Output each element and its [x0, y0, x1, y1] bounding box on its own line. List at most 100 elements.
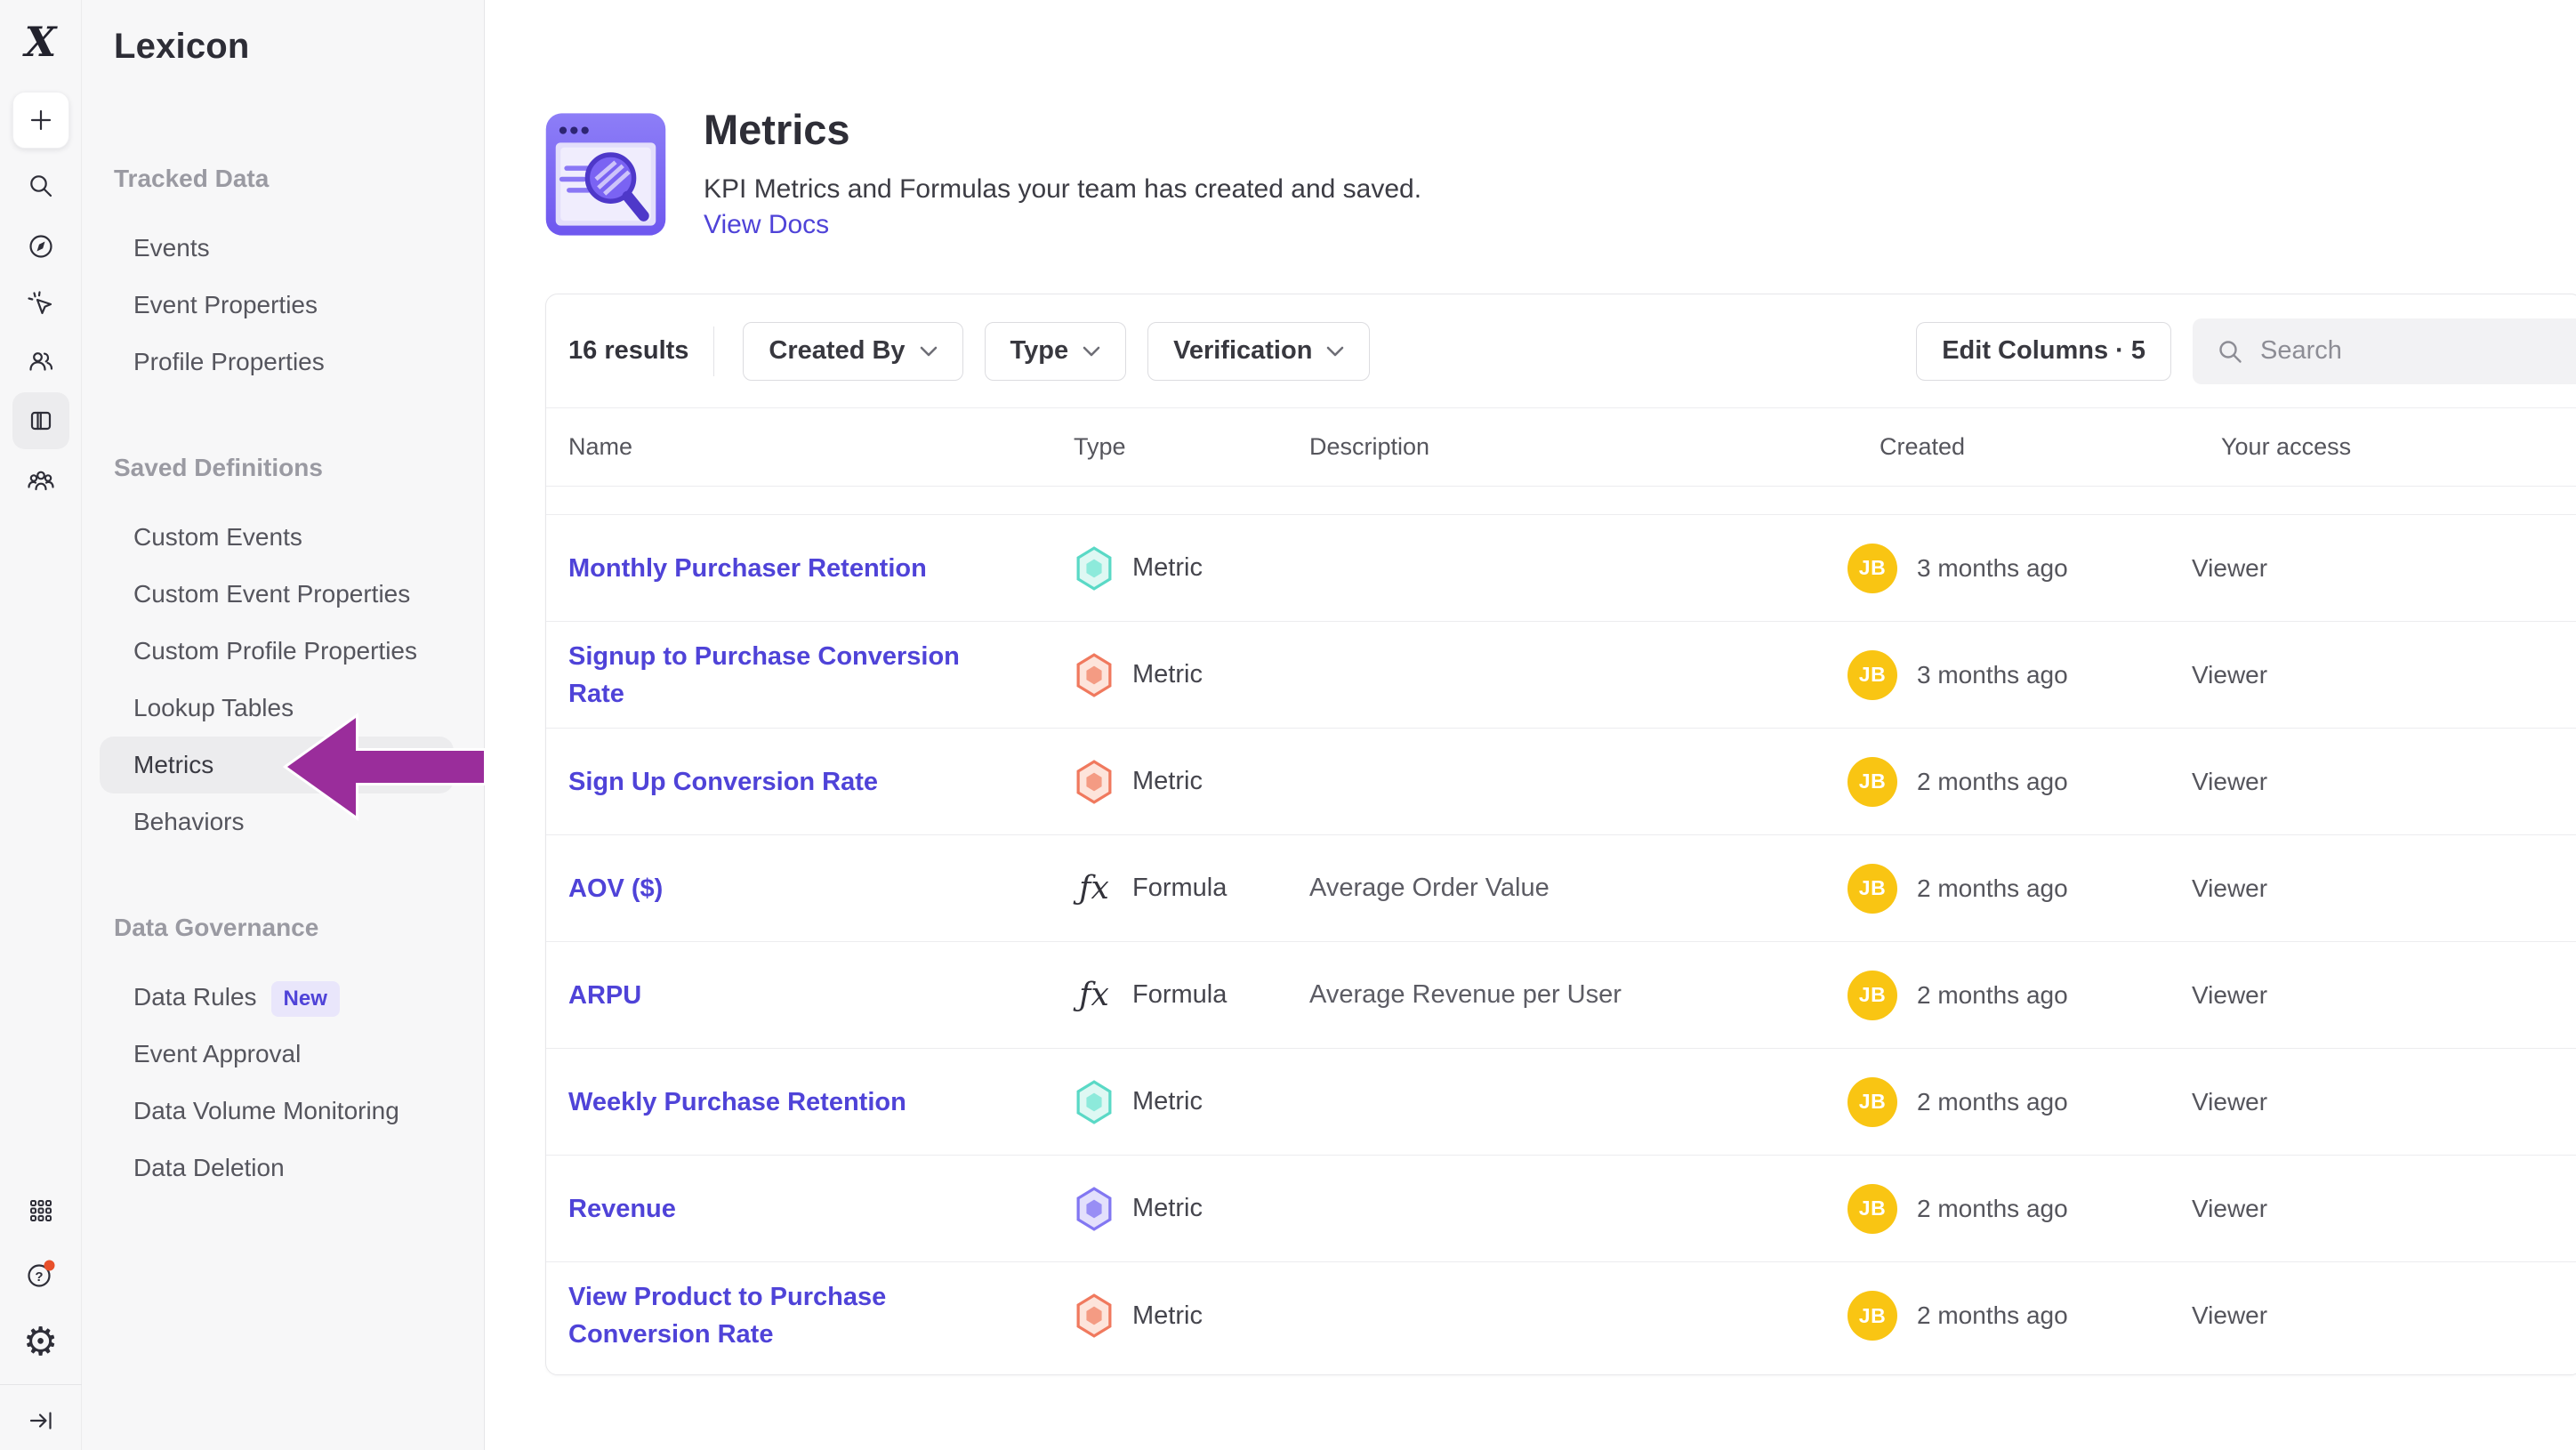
- chevron-down-icon: [1083, 346, 1100, 357]
- type-icon: ƒx: [1074, 972, 1115, 1019]
- metric-name-link[interactable]: Signup to Purchase Conversion Rate: [568, 642, 960, 708]
- column-header-name[interactable]: Name: [568, 433, 1074, 461]
- sidebar-item[interactable]: Event Approval: [82, 1026, 484, 1083]
- sidebar-item[interactable]: Custom Profile Properties: [82, 623, 484, 680]
- creator-avatar: JB: [1847, 1077, 1897, 1127]
- type-icon: ƒx: [1074, 652, 1115, 698]
- user-group-icon: [27, 467, 55, 495]
- panel-icon: [27, 407, 55, 435]
- created-time: 2 months ago: [1917, 981, 2068, 1010]
- column-header-access[interactable]: Your access: [2192, 433, 2576, 461]
- created-time: 3 months ago: [1917, 661, 2068, 689]
- sidebar-item[interactable]: Metrics: [100, 737, 454, 793]
- table-row: Monthly Purchaser Retention ƒx Metric: [546, 515, 2576, 622]
- view-docs-link[interactable]: View Docs: [704, 210, 829, 240]
- table-header-row: Name Type Description Created Your acces…: [546, 408, 2576, 487]
- metric-name-link[interactable]: Sign Up Conversion Rate: [568, 768, 878, 796]
- type-label: Metric: [1132, 1301, 1203, 1331]
- metrics-app-icon: [544, 112, 667, 237]
- filter-dropdown-button[interactable]: Created By: [743, 322, 962, 381]
- discover-nav-icon[interactable]: [12, 218, 69, 275]
- table-row: Revenue ƒx Metric: [546, 1156, 2576, 1262]
- new-badge: New: [271, 981, 340, 1017]
- sidebar-item[interactable]: Custom Events: [82, 509, 484, 566]
- created-time: 2 months ago: [1917, 1088, 2068, 1116]
- access-cell: Viewer: [2192, 768, 2576, 796]
- description-cell: Average Revenue per User: [1309, 980, 1847, 1010]
- sidebar-section-saved-definitions: Saved Definitions Custom Events Custom E…: [82, 442, 484, 850]
- type-label: Metric: [1132, 553, 1203, 583]
- type-label: Metric: [1132, 1087, 1203, 1116]
- page-title: Metrics: [704, 105, 850, 154]
- page-subtitle: KPI Metrics and Formulas your team has c…: [704, 174, 1421, 205]
- creator-avatar: JB: [1847, 971, 1897, 1020]
- description-cell: Average Order Value: [1309, 874, 1847, 903]
- metric-name-link[interactable]: Weekly Purchase Retention: [568, 1088, 906, 1116]
- plus-icon: [27, 106, 55, 134]
- sidebar-item[interactable]: Behaviors: [82, 793, 484, 850]
- collapse-sidebar-button[interactable]: [12, 1392, 69, 1449]
- users-nav-icon[interactable]: [12, 333, 69, 390]
- filter-dropdown-button[interactable]: Type: [985, 322, 1127, 381]
- type-icon: ƒx: [1074, 759, 1115, 805]
- results-count: 16 results: [568, 336, 688, 366]
- table-row: Sign Up Conversion Rate ƒx Metric: [546, 729, 2576, 835]
- main-content: Metrics KPI Metrics and Formulas your te…: [486, 0, 2576, 1450]
- sidebar-item[interactable]: Data RulesNew: [82, 969, 484, 1026]
- sidebar-item[interactable]: Profile Properties: [82, 334, 484, 391]
- sidebar-item[interactable]: Custom Event Properties: [82, 566, 484, 623]
- creator-avatar: JB: [1847, 864, 1897, 914]
- compass-icon: [27, 232, 55, 261]
- rail-divider: [0, 1384, 82, 1385]
- creator-avatar: JB: [1847, 1184, 1897, 1234]
- search-box[interactable]: [2193, 318, 2576, 384]
- sidebar-item[interactable]: Data Deletion: [82, 1140, 484, 1196]
- access-cell: Viewer: [2192, 554, 2576, 583]
- events-nav-icon[interactable]: [12, 276, 69, 333]
- metric-name-link[interactable]: Revenue: [568, 1195, 676, 1223]
- type-icon: ƒx: [1074, 545, 1115, 592]
- search-nav-icon[interactable]: [12, 157, 69, 214]
- column-header-type[interactable]: Type: [1074, 433, 1309, 461]
- mixpanel-logo-icon[interactable]: X: [12, 13, 69, 70]
- search-input[interactable]: [2260, 336, 2576, 366]
- help-button[interactable]: ?: [12, 1246, 69, 1303]
- sidebar-item[interactable]: Data Volume Monitoring: [82, 1083, 484, 1140]
- sidebar-item[interactable]: Lookup Tables: [82, 680, 484, 737]
- type-icon: ƒx: [1074, 1079, 1115, 1125]
- filter-group: Created By Type Verification: [743, 322, 1370, 381]
- section-header: Saved Definitions: [82, 442, 484, 494]
- type-label: Metric: [1132, 767, 1203, 796]
- icon-rail: X: [0, 0, 82, 1450]
- sidebar-item[interactable]: Events: [82, 220, 484, 277]
- access-cell: Viewer: [2192, 661, 2576, 689]
- section-header: Tracked Data: [82, 153, 484, 205]
- apps-grid-button[interactable]: [12, 1182, 69, 1239]
- settings-button[interactable]: ⚙: [12, 1314, 69, 1371]
- type-icon: ƒx: [1074, 1186, 1115, 1232]
- edit-columns-button[interactable]: Edit Columns · 5: [1916, 322, 2171, 381]
- teams-nav-icon[interactable]: [12, 453, 69, 510]
- sidebar-item[interactable]: Event Properties: [82, 277, 484, 334]
- dots-grid-icon: [27, 1196, 55, 1225]
- metric-name-link[interactable]: Monthly Purchaser Retention: [568, 554, 927, 583]
- lexicon-nav-icon[interactable]: [12, 392, 69, 449]
- creator-avatar: JB: [1847, 757, 1897, 807]
- sidebar-section-data-governance: Data Governance Data RulesNew Event Appr…: [82, 902, 484, 1196]
- search-icon: [2216, 337, 2244, 366]
- table-row: AOV ($) ƒx Formula Average Order Value: [546, 835, 2576, 942]
- filter-dropdown-button[interactable]: Verification: [1147, 322, 1370, 381]
- magnifier-icon: [27, 172, 55, 200]
- type-label: Formula: [1132, 980, 1227, 1010]
- metric-name-link[interactable]: AOV ($): [568, 874, 663, 903]
- column-header-created[interactable]: Created: [1847, 433, 2192, 461]
- column-header-description[interactable]: Description: [1309, 433, 1847, 461]
- create-new-button[interactable]: [12, 92, 69, 149]
- metric-name-link[interactable]: ARPU: [568, 981, 641, 1010]
- created-time: 2 months ago: [1917, 1195, 2068, 1223]
- metrics-table-card: 16 results Created By Type: [545, 294, 2576, 1375]
- table-row: View Product to Purchase Conversion Rate…: [546, 1262, 2576, 1369]
- chevron-down-icon: [920, 346, 938, 357]
- metric-name-link[interactable]: View Product to Purchase Conversion Rate: [568, 1283, 886, 1349]
- notification-dot: [44, 1261, 54, 1271]
